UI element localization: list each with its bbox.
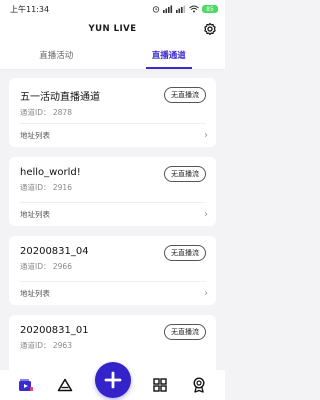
- channel-id-label: 通道ID：: [20, 341, 51, 350]
- channel-id-label: 通道ID：: [20, 262, 51, 271]
- channel-id-value: 2966: [52, 262, 72, 271]
- tab-live-activity[interactable]: 直播活动: [0, 40, 113, 69]
- app-title: YUN LIVE: [88, 24, 137, 34]
- channel-id-label: 通道ID：: [20, 108, 51, 117]
- live-box-icon: [18, 379, 33, 391]
- battery-indicator: 85: [202, 5, 218, 13]
- stream-status-badge: 无直播流: [164, 87, 206, 103]
- channel-id-value: 2878: [52, 108, 72, 117]
- add-icon: [104, 371, 121, 389]
- stream-status-badge: 无直播流: [164, 324, 206, 340]
- channel-id-value: 2963: [52, 341, 72, 350]
- add-button[interactable]: [94, 362, 131, 398]
- nav-grid[interactable]: [150, 375, 170, 395]
- signal-icon-2: [176, 5, 186, 13]
- divider: [20, 123, 206, 124]
- stream-status-badge: 无直播流: [164, 245, 206, 261]
- badge-icon: [193, 377, 205, 393]
- nav-live-box[interactable]: [16, 375, 36, 395]
- channel-id: 通道ID： 2878: [20, 107, 206, 118]
- chevron-right-icon: ›: [204, 208, 208, 220]
- channel-card[interactable]: 20200831_04 通道ID： 2966 无直播流 地址列表 ›: [9, 236, 216, 305]
- status-bar: 上午11:34 85: [0, 0, 225, 18]
- tab-live-channel[interactable]: 直播通道: [113, 40, 226, 69]
- address-list-label: 地址列表: [20, 130, 50, 140]
- channel-id-value: 2916: [52, 183, 72, 192]
- address-list-label: 地址列表: [20, 209, 50, 219]
- divider: [20, 281, 206, 282]
- address-list-link[interactable]: 地址列表 ›: [20, 205, 208, 223]
- grid-icon: [153, 378, 167, 392]
- wifi-icon: [189, 5, 199, 13]
- channel-id: 通道ID： 2916: [20, 182, 206, 193]
- signal-icon: [163, 5, 173, 13]
- nav-profile[interactable]: [189, 375, 209, 395]
- channel-list: 五一活动直播通道 通道ID： 2878 无直播流 地址列表 › hello_wo…: [0, 70, 225, 384]
- chevron-right-icon: ›: [204, 287, 208, 299]
- status-time: 上午11:34: [10, 4, 50, 14]
- alarm-icon: [152, 6, 160, 13]
- stream-status-badge: 无直播流: [164, 166, 206, 182]
- address-list-link[interactable]: 地址列表 ›: [20, 284, 208, 302]
- chevron-right-icon: ›: [204, 129, 208, 141]
- warning-triangle-icon: [57, 378, 73, 392]
- tab-bar: 直播活动 直播通道: [0, 40, 225, 70]
- nav-alert[interactable]: [55, 375, 75, 395]
- channel-id-label: 通道ID：: [20, 183, 51, 192]
- channel-card[interactable]: hello_world! 通道ID： 2916 无直播流 地址列表 ›: [9, 157, 216, 226]
- app-header: YUN LIVE: [0, 18, 225, 40]
- channel-card[interactable]: 五一活动直播通道 通道ID： 2878 无直播流 地址列表 ›: [9, 78, 216, 147]
- address-list-link[interactable]: 地址列表 ›: [20, 126, 208, 144]
- channel-id: 通道ID： 2963: [20, 340, 206, 351]
- address-list-label: 地址列表: [20, 288, 50, 298]
- channel-id: 通道ID： 2966: [20, 261, 206, 272]
- gear-icon[interactable]: [203, 22, 217, 36]
- status-icons: 85: [152, 5, 218, 13]
- divider: [20, 202, 206, 203]
